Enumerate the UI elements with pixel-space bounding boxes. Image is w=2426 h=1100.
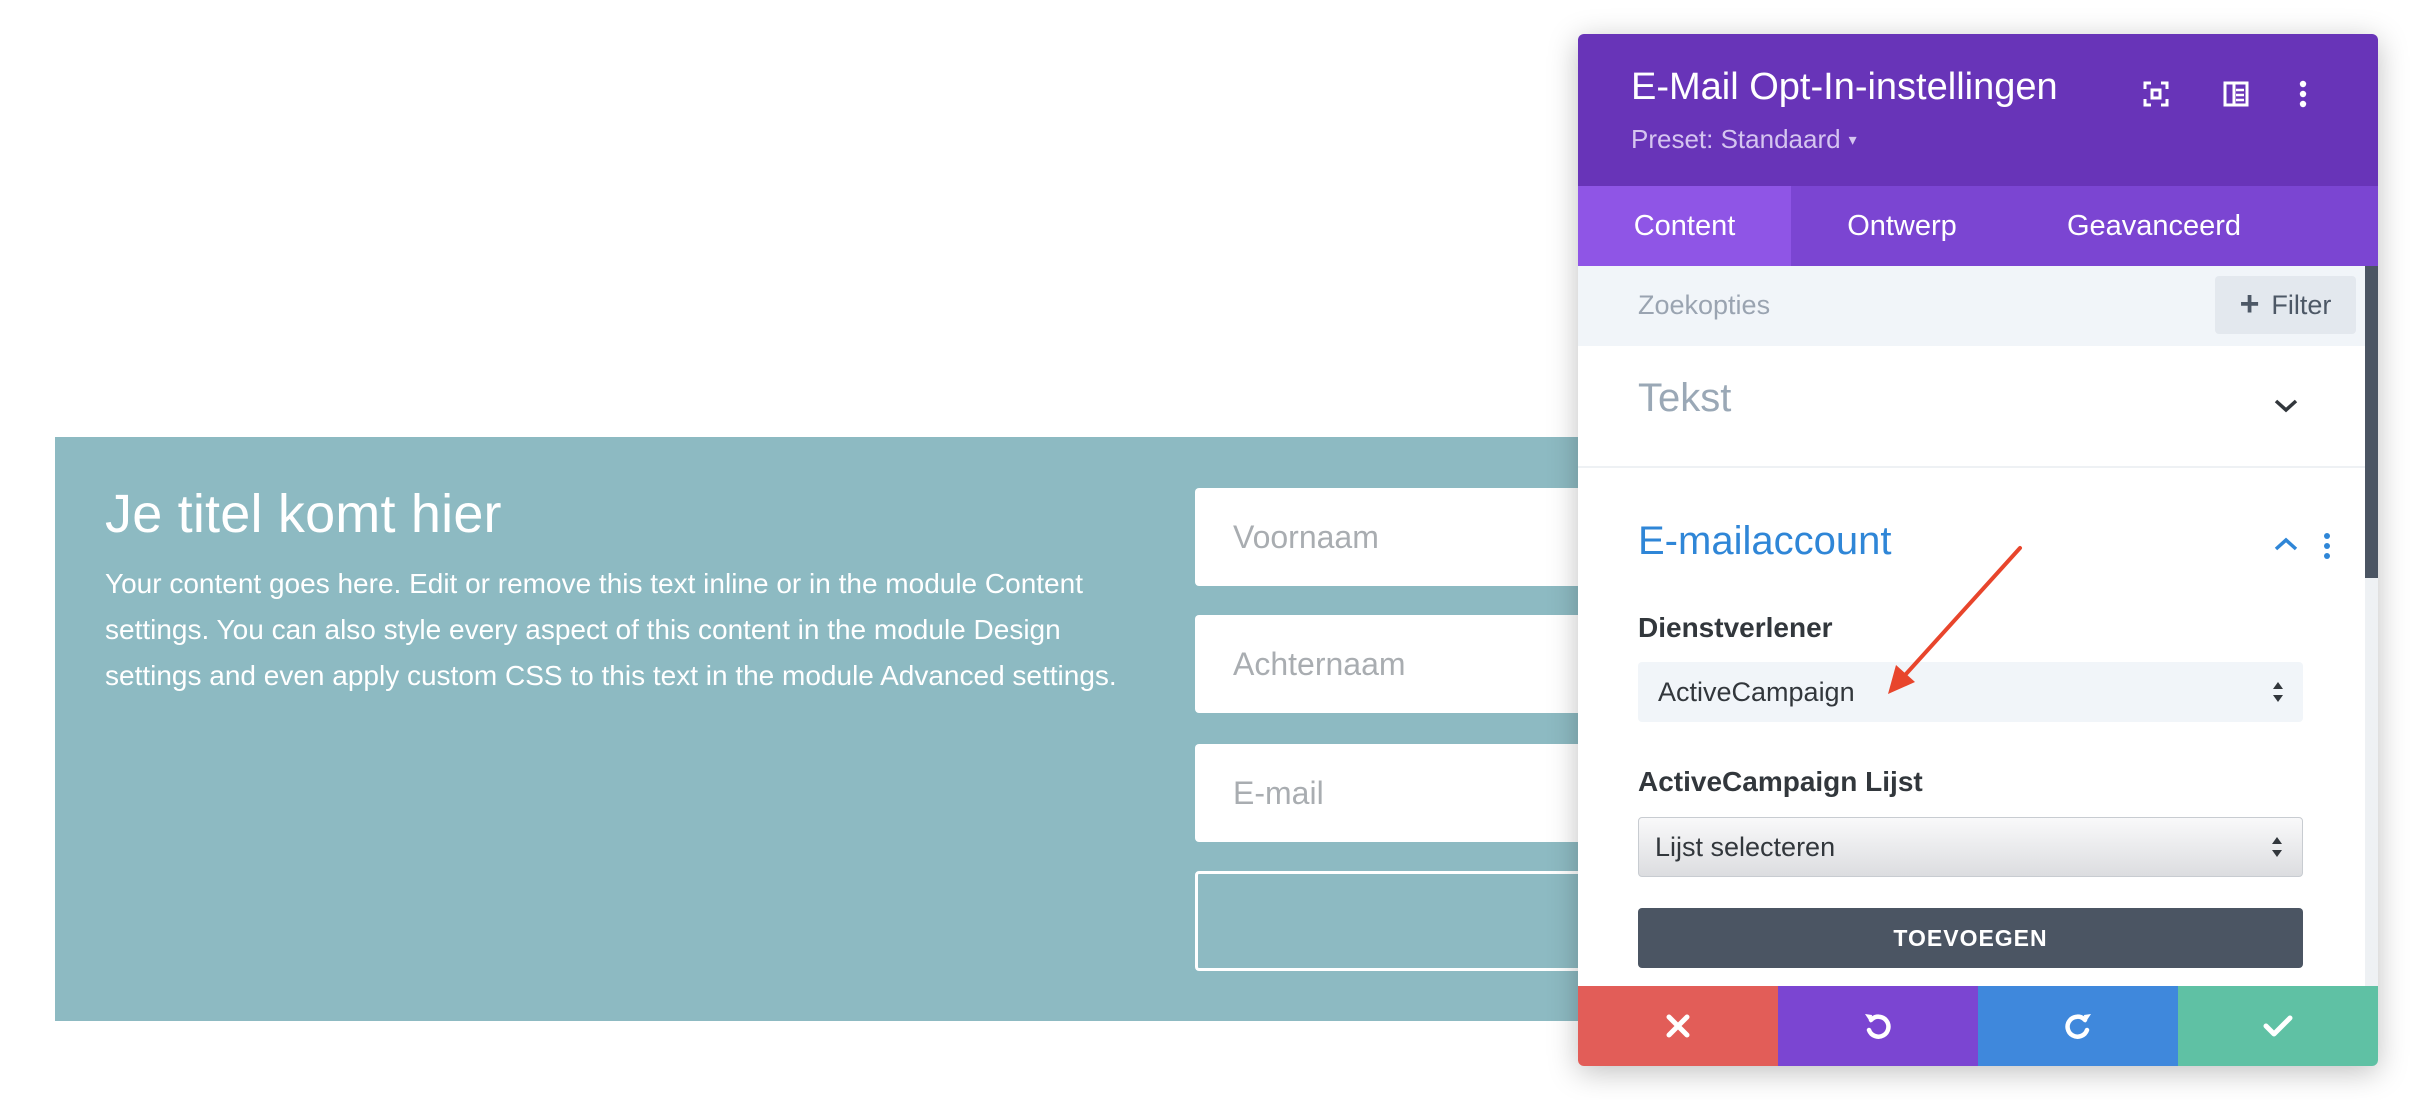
caret-down-icon: ▾	[1848, 131, 1857, 149]
search-bar: Zoekopties + Filter	[1578, 266, 2378, 346]
section-email-account-label[interactable]: E-mailaccount	[1638, 519, 1891, 564]
check-icon	[2263, 1015, 2293, 1037]
first-name-placeholder: Voornaam	[1233, 518, 1379, 555]
provider-label: Dienstverlener	[1638, 612, 1833, 643]
redo-icon	[2065, 1014, 2091, 1039]
tab-content[interactable]: Content	[1578, 186, 1791, 266]
panel-scrollbar[interactable]	[2365, 266, 2378, 1066]
panel-tabs: Content Ontwerp Geavanceerd	[1578, 186, 2378, 266]
provider-select[interactable]: ActiveCampaign	[1638, 662, 2303, 722]
plus-icon: +	[2239, 284, 2260, 323]
list-label: ActiveCampaign Lijst	[1638, 766, 1923, 797]
close-icon	[1666, 1014, 1690, 1038]
filter-label: Filter	[2271, 289, 2332, 320]
email-optin-module: Je titel komt hier Your content goes her…	[55, 437, 1755, 1021]
optin-title[interactable]: Je titel komt hier	[105, 483, 502, 545]
preset-selector[interactable]: Preset: Standaard ▾	[1631, 124, 1857, 155]
filter-button[interactable]: + Filter	[2215, 276, 2356, 334]
last-name-placeholder: Achternaam	[1233, 645, 1406, 682]
optin-description[interactable]: Your content goes here. Edit or remove t…	[105, 561, 1125, 699]
section-text-label: Tekst	[1638, 376, 1732, 420]
scrollbar-thumb[interactable]	[2365, 266, 2378, 578]
preset-label: Preset: Standaard	[1631, 124, 1841, 154]
add-button[interactable]: TOEVOEGEN	[1638, 908, 2303, 968]
panel-header: E-Mail Opt-In-instellingen Preset: Stand…	[1578, 34, 2378, 186]
chevron-down-icon	[2274, 399, 2298, 413]
select-arrows-icon	[2272, 837, 2282, 857]
chevron-up-icon[interactable]	[2273, 536, 2299, 552]
tab-design[interactable]: Ontwerp	[1791, 186, 2013, 266]
provider-value: ActiveCampaign	[1658, 676, 1855, 707]
search-input[interactable]: Zoekopties	[1638, 290, 1770, 321]
undo-icon	[1865, 1014, 1891, 1039]
section-text-toggle[interactable]: Tekst	[1578, 346, 2378, 468]
undo-button[interactable]	[1778, 986, 1978, 1066]
panel-footer	[1578, 986, 2378, 1066]
tab-advanced[interactable]: Geavanceerd	[2013, 186, 2295, 266]
section-options-icon[interactable]	[2323, 532, 2331, 560]
list-select[interactable]: Lijst selecteren	[1638, 817, 2303, 877]
save-button[interactable]	[2178, 986, 2378, 1066]
email-placeholder: E-mail	[1233, 774, 1324, 811]
list-value: Lijst selecteren	[1655, 831, 1836, 862]
redo-button[interactable]	[1978, 986, 2178, 1066]
cancel-button[interactable]	[1578, 986, 1778, 1066]
expand-icon[interactable]	[2136, 74, 2176, 114]
panel-title: E-Mail Opt-In-instellingen	[1631, 66, 2058, 108]
settings-panel: E-Mail Opt-In-instellingen Preset: Stand…	[1578, 34, 2378, 1066]
more-vertical-icon[interactable]	[2283, 74, 2323, 114]
layout-icon[interactable]	[2216, 74, 2256, 114]
select-arrows-icon	[2273, 682, 2283, 702]
